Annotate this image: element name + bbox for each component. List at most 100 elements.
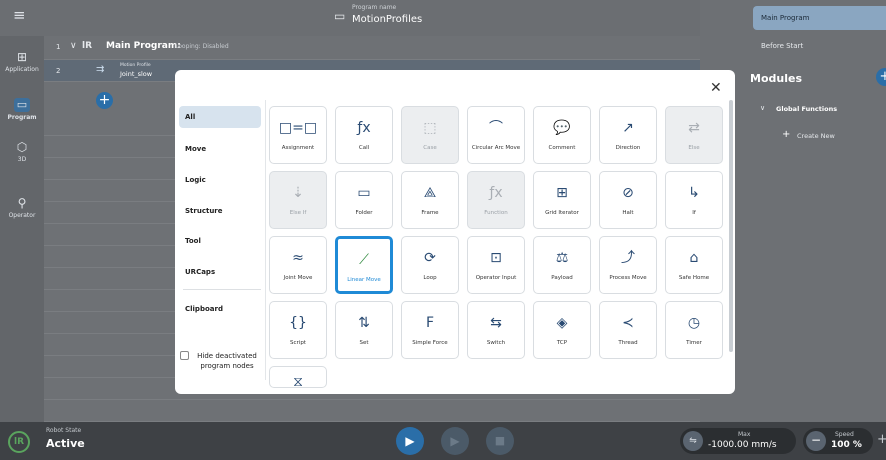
node-tile-circular-arc-move[interactable]: ⌒ Circular Arc Move [467,106,525,164]
node-tile-wait[interactable]: ⧖ [269,366,327,390]
sidebar-item-application[interactable]: ⊞ Application [0,50,44,73]
node-tile-label: Operator Input [475,275,517,281]
node-tile-function[interactable]: ƒx Function [467,171,525,229]
category-structure[interactable]: Structure [179,200,261,222]
robot-state-icon[interactable]: lR [8,431,30,453]
node-tile-payload[interactable]: ⚖ Payload [533,236,591,294]
max-speed-pill[interactable]: ⇋ Max -1000.00 mm/s [680,428,796,454]
node-tile-operator-input[interactable]: ⊡ Operator Input [467,236,525,294]
node-tile-label: Script [290,340,306,346]
node-tile-comment[interactable]: 💬 Comment [533,106,591,164]
joint-move-icon: ≈ [292,250,304,266]
close-icon[interactable]: ✕ [710,80,722,96]
call-icon: ƒx [357,120,371,136]
grid-icon: ⊞ [16,50,28,64]
node-tile-label: Direction [615,145,641,151]
status-bar: lR Robot State Active ▶ ▶ ■ ⇋ Max -1000.… [0,422,886,460]
hamburger-icon[interactable]: ≡ [13,6,26,24]
category-tool[interactable]: Tool [179,230,261,252]
node-tile-safe-home[interactable]: ⌂ Safe Home [665,236,723,294]
node-tile-direction[interactable]: ↗ Direction [599,106,657,164]
category-divider [183,289,261,290]
sidebar-item-operator[interactable]: ⚲ Operator [0,196,44,219]
thread-icon: ≺ [622,315,634,331]
node-tile-assignment[interactable]: □=□ Assignment [269,106,327,164]
program-name[interactable]: MotionProfiles [352,14,422,25]
category-separator [265,100,266,380]
loop-icon: ⟳ [424,250,436,266]
line-number: 2 [56,67,61,75]
payload-icon: ⚖ [555,250,569,266]
create-new-link[interactable]: Create New [797,132,835,140]
sidebar-item-program[interactable]: ▭ Program [0,98,44,121]
node-tile-label: Call [358,145,370,151]
halt-icon: ⊘ [622,185,634,201]
node-tile-folder[interactable]: ▭ Folder [335,171,393,229]
node-tile-halt[interactable]: ⊘ Halt [599,171,657,229]
node-tile-frame[interactable]: ⟁ Frame [401,171,459,229]
node-tile-call[interactable]: ƒx Call [335,106,393,164]
node-tile-linear-move[interactable]: ⟋ Linear Move [335,236,393,294]
grid-iterator-icon: ⊞ [556,185,568,201]
minus-icon[interactable]: − [806,431,826,451]
node-tile-simple-force[interactable]: F Simple Force [401,301,459,359]
plus-icon[interactable]: + [782,129,790,140]
node-tile-label: TCP [556,340,568,346]
operator-input-icon: ⊡ [490,250,502,266]
category-logic[interactable]: Logic [179,169,261,191]
timer-icon: ◷ [687,315,701,331]
node-tile-label: Process Move [609,275,647,281]
node-tile-joint-move[interactable]: ≈ Joint Move [269,236,327,294]
node-tile-case[interactable]: ⬚ Case [401,106,459,164]
looping-status: Looping: Disabled [175,43,229,50]
global-functions[interactable]: Global Functions [776,105,837,113]
node-tile-label: Folder [355,210,373,216]
node-tile-else-if[interactable]: ⇣ Else If [269,171,327,229]
robot-state-value: Active [46,437,85,450]
main-program-tab[interactable]: Main Program [753,6,886,30]
node-tile-process-move[interactable]: ⤴ Process Move [599,236,657,294]
category-urcaps[interactable]: URCaps [179,261,261,283]
hide-deactivated-label: Hide deactivated program nodes [197,352,257,370]
if-icon: ↳ [688,185,700,201]
scrollbar[interactable] [729,100,733,352]
category-move[interactable]: Move [179,138,261,160]
node-tile-timer[interactable]: ◷ Timer [665,301,723,359]
node-tile-label: Set [359,340,369,346]
linear-move-icon: ⟋ [359,252,369,268]
plus-icon[interactable]: + [877,432,886,447]
add-node-button[interactable]: + [96,92,113,109]
stop-button[interactable]: ■ [486,427,514,455]
add-module-button[interactable]: + [876,68,886,86]
node-tile-label: Assignment [281,145,315,151]
comment-icon: 💬 [553,120,571,136]
node-tile-set[interactable]: ⇅ Set [335,301,393,359]
node-tile-else[interactable]: ⇄ Else [665,106,723,164]
chevron-down-icon[interactable]: ∨ [70,41,77,51]
node-tile-label: Frame [421,210,439,216]
node-tile-switch[interactable]: ⇆ Switch [467,301,525,359]
category-all[interactable]: All [179,106,261,128]
play-button[interactable]: ▶ [396,427,424,455]
node-tile-loop[interactable]: ⟳ Loop [401,236,459,294]
node-tile-grid-iterator[interactable]: ⊞ Grid Iterator [533,171,591,229]
script-icon: {} [289,315,307,331]
hide-deactivated-checkbox[interactable] [180,351,189,360]
program-row[interactable]: 1 ∨ lR Main Program: Looping: Disabled [44,36,700,60]
node-tile-script[interactable]: {} Script [269,301,327,359]
chevron-down-icon[interactable]: ∨ [760,104,765,112]
switch-icon: ⇆ [490,315,502,331]
before-start-item[interactable]: Before Start [761,42,803,50]
node-tile-label: Joint Move [283,275,313,281]
step-button[interactable]: ▶ [441,427,469,455]
node-tile-thread[interactable]: ≺ Thread [599,301,657,359]
node-tile-tcp[interactable]: ◈ TCP [533,301,591,359]
program-name-caption: Program name [352,4,397,11]
speed-pill[interactable]: − Speed 100 % [803,428,873,454]
sidebar-item-3d[interactable]: ⬡ 3D [0,140,44,163]
category-clipboard[interactable]: Clipboard [179,298,261,320]
node-tile-if[interactable]: ↳ If [665,171,723,229]
motion-profile-icon: ⇉ [96,64,105,75]
person-icon: ⚲ [17,196,27,210]
node-tile-label: Safe Home [678,275,710,281]
